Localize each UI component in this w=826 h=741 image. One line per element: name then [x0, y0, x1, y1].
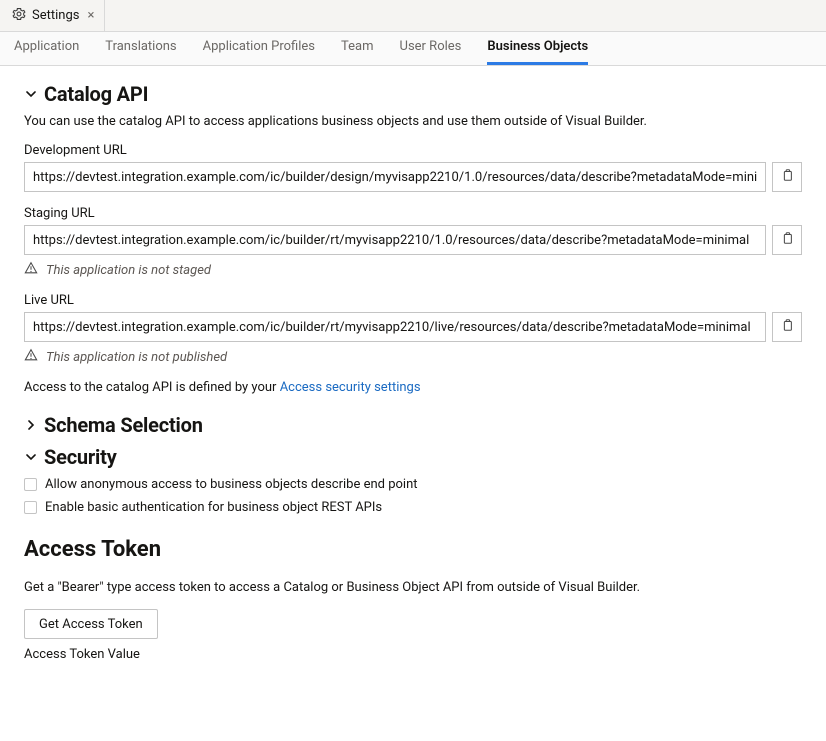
- staging-warning: This application is not staged: [46, 263, 211, 278]
- live-url-label: Live URL: [24, 293, 802, 308]
- chevron-down-icon: [24, 89, 38, 99]
- section-header-catalog-api[interactable]: Catalog API: [24, 82, 802, 106]
- schema-selection-title: Schema Selection: [44, 413, 203, 437]
- catalog-api-title: Catalog API: [44, 82, 148, 106]
- dev-url-label: Development URL: [24, 143, 802, 158]
- section-header-security[interactable]: Security: [24, 445, 802, 469]
- access-security-settings-link[interactable]: Access security settings: [280, 380, 421, 395]
- section-header-schema-selection[interactable]: Schema Selection: [24, 413, 802, 437]
- tab-application-profiles[interactable]: Application Profiles: [203, 30, 315, 65]
- staging-url-input[interactable]: [24, 225, 766, 255]
- clipboard-icon: [780, 318, 794, 336]
- content-area: Catalog API You can use the catalog API …: [0, 66, 826, 690]
- tab-team[interactable]: Team: [341, 30, 374, 65]
- warning-icon: [24, 348, 38, 366]
- editor-tabstrip: Settings ×: [0, 0, 826, 32]
- live-url-input[interactable]: [24, 312, 766, 342]
- enable-basic-auth-label: Enable basic authentication for business…: [45, 500, 382, 515]
- gear-icon: [12, 7, 26, 25]
- settings-tab[interactable]: Settings ×: [2, 0, 105, 31]
- chevron-down-icon: [24, 452, 38, 462]
- catalog-api-description: You can use the catalog API to access ap…: [24, 114, 802, 129]
- chevron-right-icon: [24, 420, 38, 430]
- clipboard-icon: [780, 231, 794, 249]
- copy-live-url-button[interactable]: [772, 312, 802, 342]
- access-line-prefix: Access to the catalog API is defined by …: [24, 380, 280, 395]
- dev-url-input[interactable]: [24, 162, 766, 192]
- enable-basic-auth-checkbox[interactable]: [24, 501, 37, 514]
- allow-anonymous-checkbox[interactable]: [24, 478, 37, 491]
- access-token-value-label: Access Token Value: [24, 647, 802, 662]
- allow-anonymous-label: Allow anonymous access to business objec…: [45, 477, 418, 492]
- copy-dev-url-button[interactable]: [772, 162, 802, 192]
- get-access-token-button[interactable]: Get Access Token: [24, 609, 158, 639]
- copy-staging-url-button[interactable]: [772, 225, 802, 255]
- tab-application[interactable]: Application: [14, 30, 79, 65]
- live-warning: This application is not published: [46, 350, 227, 365]
- access-token-heading: Access Token: [24, 537, 802, 562]
- close-icon[interactable]: ×: [85, 8, 96, 23]
- access-token-description: Get a "Bearer" type access token to acce…: [24, 580, 802, 595]
- staging-url-label: Staging URL: [24, 206, 802, 221]
- tab-business-objects[interactable]: Business Objects: [487, 30, 588, 65]
- security-title: Security: [44, 445, 117, 469]
- warning-icon: [24, 261, 38, 279]
- tab-translations[interactable]: Translations: [105, 30, 176, 65]
- tab-title: Settings: [32, 8, 79, 23]
- tab-user-roles[interactable]: User Roles: [400, 30, 462, 65]
- access-security-line: Access to the catalog API is defined by …: [24, 380, 802, 395]
- settings-subnav: Application Translations Application Pro…: [0, 32, 826, 66]
- clipboard-icon: [780, 168, 794, 186]
